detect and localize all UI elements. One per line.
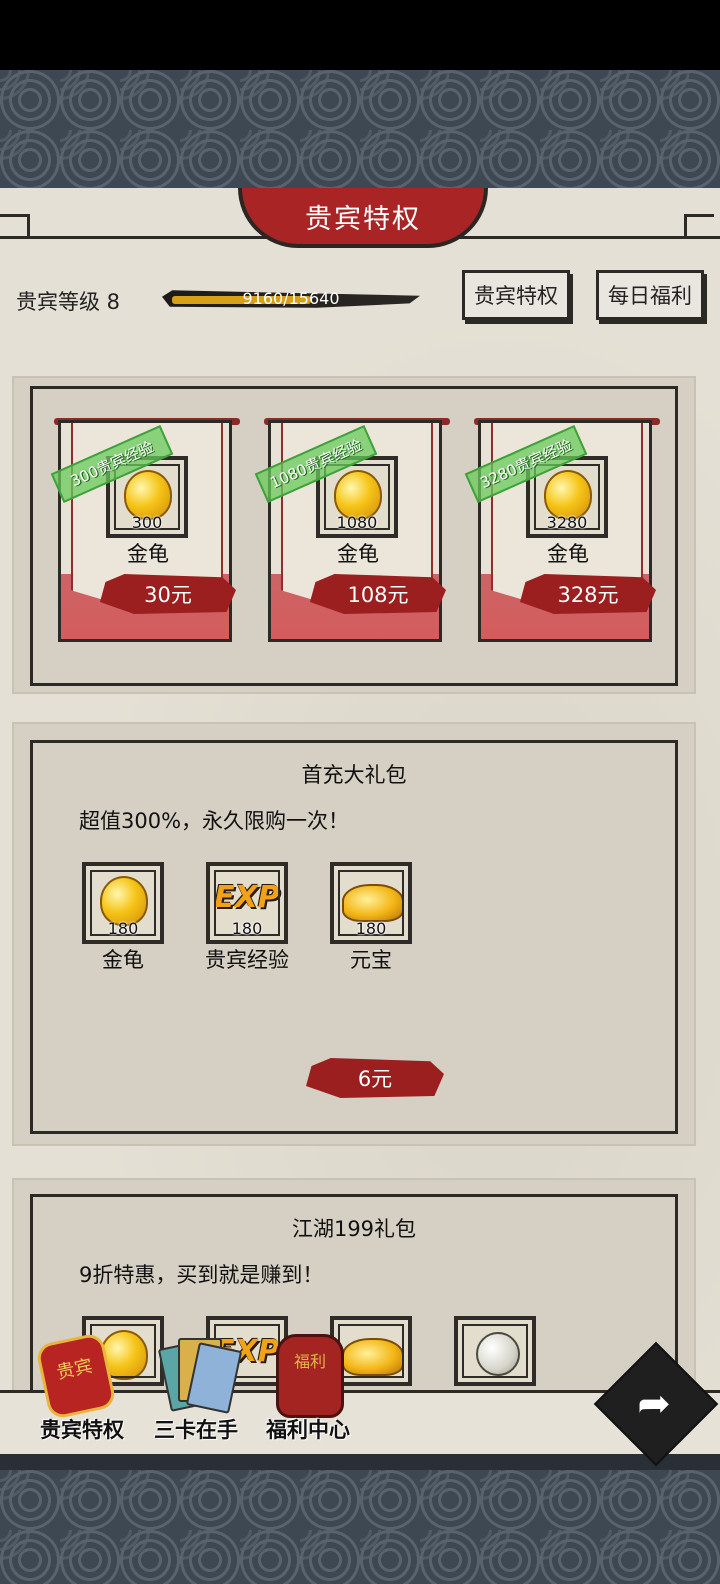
item-slot[interactable] [454,1316,536,1386]
gold-ingot-icon [342,884,404,922]
nav-welfare-center[interactable]: 福利 福利中心 [248,1334,368,1444]
item-slot[interactable]: EXP 180 [206,862,288,944]
item-name: 金龟 [337,542,379,566]
item-name: 金龟 [547,542,589,566]
crystal-orb-icon [476,1332,520,1376]
nav-label: 三卡在手 [154,1418,238,1442]
nav-bottom-border [0,1454,720,1470]
nav-three-cards[interactable]: 三卡在手 [136,1334,256,1444]
item-name: 金龟 [102,948,144,972]
vip-badge-text: 贵宾 [54,1355,95,1384]
price-button[interactable]: 30元 [100,574,236,614]
top-pattern-band [0,70,720,188]
page-title: 贵宾特权 [305,203,421,235]
item-name: 金龟 [127,542,169,566]
lucky-bag-icon: 福利 [276,1334,344,1418]
share-arrow-icon: ➦ [637,1381,671,1427]
bottom-pattern-band [0,1470,720,1584]
exp-icon: EXP [214,880,280,915]
price-button[interactable]: 108元 [310,574,446,614]
page-title-tab: 贵宾特权 [238,188,488,248]
item-count: 300 [131,513,163,532]
price-button[interactable]: 6元 [306,1058,444,1098]
first-pack-title: 首充大礼包 [301,763,407,787]
status-bar [0,0,720,70]
item-count: 180 [355,919,387,938]
item-count: 1080 [336,513,378,532]
vip-privilege-button[interactable]: 贵宾特权 [462,270,570,320]
vip-level-label: 贵宾等级 8 [16,290,121,314]
lucky-bag-text: 福利 [293,1352,326,1371]
nav-vip-privilege[interactable]: 贵宾 贵宾特权 [22,1331,142,1444]
item-count: 180 [107,919,139,938]
first-pack-desc: 超值300%，永久限购一次！ [79,809,350,833]
left-corner-ornament [0,214,30,238]
nav-label: 福利中心 [266,1418,350,1442]
item-slot[interactable]: 180 [330,862,412,944]
jianghu-pack-desc: 9折特惠，买到就是赚到！ [79,1263,324,1287]
vip-progress-text: 9160/15640 [242,289,340,308]
item-name: 贵宾经验 [205,948,289,972]
item-count: 3280 [546,513,588,532]
item-name: 元宝 [350,948,392,972]
item-slot[interactable]: 180 [82,862,164,944]
right-corner-ornament [684,214,714,238]
price-button[interactable]: 328元 [520,574,656,614]
jianghu-pack-title: 江湖199礼包 [291,1217,417,1241]
nav-label: 贵宾特权 [40,1418,124,1442]
vip-badge-icon: 贵宾 [34,1331,118,1421]
daily-welfare-button[interactable]: 每日福利 [596,270,704,320]
item-count: 180 [231,919,263,938]
cards-icon [157,1334,243,1414]
